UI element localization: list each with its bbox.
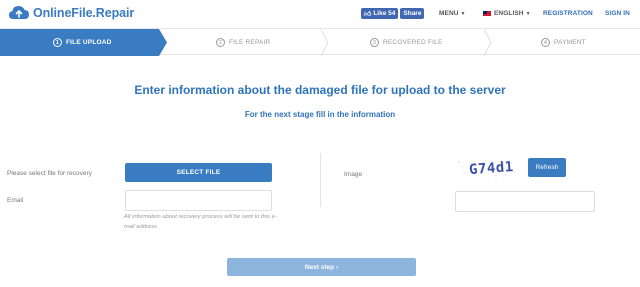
email-label: Email [7, 197, 24, 204]
page-subtitle: For the next stage fill in the informati… [244, 110, 396, 119]
captcha-field[interactable] [455, 191, 595, 212]
logo-text: OnlineFile.Repair [33, 6, 135, 20]
step-number: 3 [370, 38, 379, 47]
chevron-right-icon: › [335, 263, 339, 271]
step-label: FILE REPAIR [229, 39, 271, 46]
step-label: PAYMENT [554, 39, 586, 46]
menu-label: MENU [439, 10, 459, 17]
step-number: 4 [541, 38, 550, 47]
step-recovered-file: 3 RECOVERED FILE [370, 29, 443, 56]
fb-like-label: Like [373, 10, 387, 17]
step-label: RECOVERED FILE [383, 39, 443, 46]
captcha-text: G74d1 [469, 159, 515, 178]
step-file-repair: 2 FILE REPAIR [216, 29, 270, 56]
refresh-captcha-button[interactable]: Refresh [528, 158, 566, 177]
language-label: ENGLISH [494, 10, 524, 17]
progress-steps: 1 FILE UPLOAD 2 FILE REPAIR 3 RECOVERED … [0, 28, 640, 56]
registration-link[interactable]: REGISTRATION [543, 10, 593, 17]
facebook-widgets: 👍︎ Like 54 Share [361, 8, 425, 19]
captcha-image: G74d1 [456, 158, 518, 178]
menu-dropdown[interactable]: MENU ▼ [439, 10, 466, 17]
next-step-label: Next step [304, 263, 335, 271]
thumbs-up-icon: 👍︎ [364, 11, 372, 18]
cloud-logo-icon [9, 6, 29, 19]
email-field[interactable] [125, 190, 272, 211]
step-separator [320, 29, 329, 56]
next-step-button[interactable]: Next step › [227, 258, 416, 276]
page-title: Enter information about the damaged file… [134, 83, 506, 97]
step-number: 2 [216, 38, 225, 47]
fb-share-button[interactable]: Share [400, 8, 425, 19]
step-payment: 4 PAYMENT [541, 29, 586, 56]
step-file-upload: 1 FILE UPLOAD [0, 29, 167, 56]
file-label: Please select file for recovery [7, 170, 92, 177]
email-hint: All information about recovery process w… [124, 214, 277, 230]
uk-flag-icon [483, 11, 491, 16]
chevron-down-icon: ▼ [525, 10, 531, 17]
fb-like-count: 54 [388, 10, 396, 17]
select-file-button[interactable]: SELECT FILE [125, 163, 272, 182]
language-dropdown[interactable]: ENGLISH ▼ [483, 10, 531, 17]
vertical-divider [320, 153, 321, 207]
signin-link[interactable]: SIGN IN [605, 10, 630, 17]
step-separator [483, 29, 492, 56]
header: OnlineFile.Repair 👍︎ Like 54 Share MENU ▼… [0, 0, 640, 26]
image-label: Image [344, 171, 363, 178]
fb-like-button[interactable]: 👍︎ Like 54 [361, 8, 399, 19]
logo[interactable]: OnlineFile.Repair [8, 4, 134, 22]
step-number: 1 [53, 38, 62, 47]
step-label: FILE UPLOAD [66, 39, 112, 46]
chevron-down-icon: ▼ [460, 11, 466, 17]
